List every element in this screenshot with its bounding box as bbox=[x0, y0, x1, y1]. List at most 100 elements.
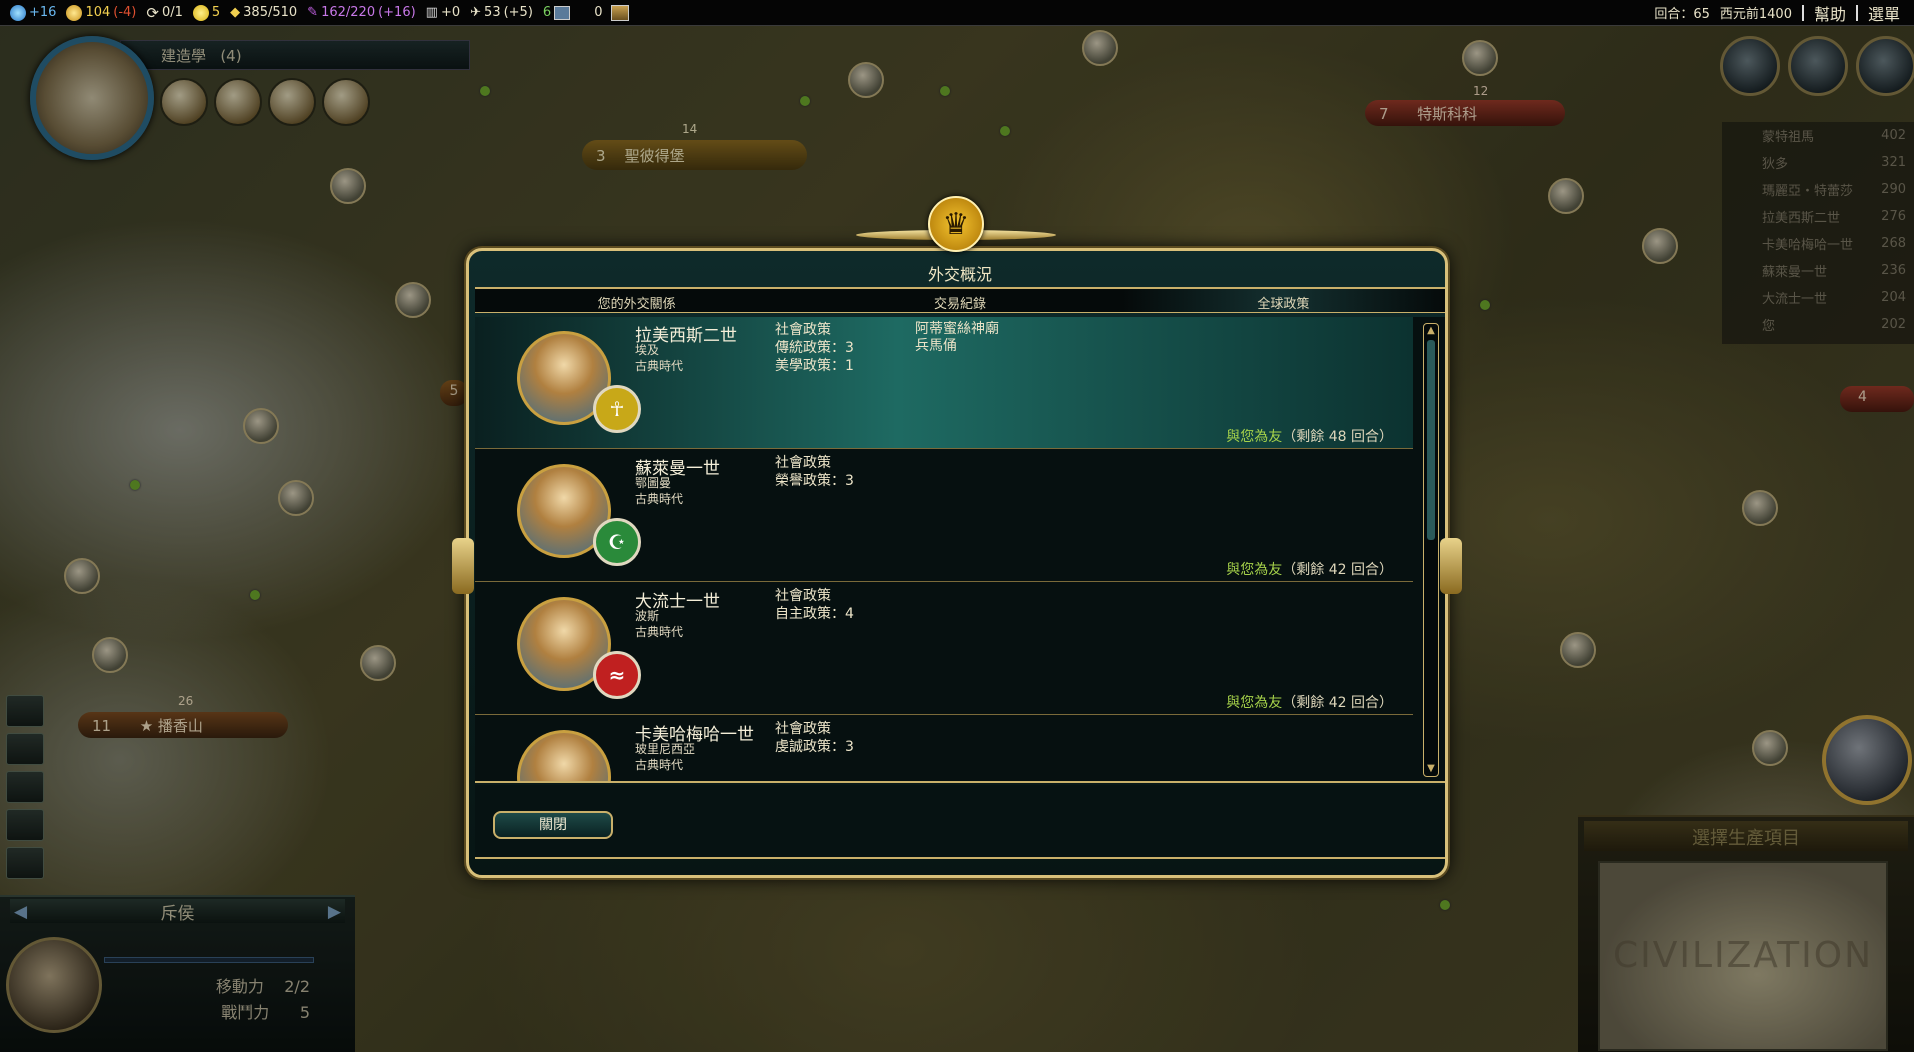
policy-header: 社會政策 bbox=[775, 455, 831, 471]
help-button[interactable]: 幫助 bbox=[1814, 1, 1846, 25]
year-display: 西元前1400 bbox=[1719, 7, 1792, 22]
dialog-title: 外交概況 bbox=[927, 265, 992, 284]
divider bbox=[1801, 4, 1804, 21]
policy-line: 傳統政策：3 bbox=[775, 340, 854, 356]
friendship-label: 與您為友 bbox=[1226, 429, 1283, 445]
turn-counter: 回合：65 bbox=[1654, 7, 1710, 22]
list-scrollbar[interactable]: ▲ ▼ bbox=[1423, 323, 1439, 777]
policy-line: 自主政策：4 bbox=[775, 606, 854, 622]
civ-emblem-icon: ≈ bbox=[593, 651, 641, 699]
gold-stat[interactable]: 104 (-4) bbox=[66, 4, 137, 21]
relation-status: 與您為友（剩餘 42 回合） bbox=[1226, 692, 1393, 712]
policy-header: 社會政策 bbox=[775, 588, 831, 604]
civ-name: 波斯 bbox=[635, 609, 660, 623]
spies-stat[interactable]: 0 bbox=[594, 4, 630, 21]
leader-row[interactable]: ≈ 大流士一世 波斯 古典時代 社會政策 自主政策：4 與您為友（剩餘 42 回合） bbox=[475, 583, 1413, 715]
civ-name: 埃及 bbox=[635, 343, 660, 357]
happiness-icon bbox=[192, 4, 209, 21]
wonder-column: 阿蒂蜜絲神廟 兵馬俑 bbox=[915, 321, 999, 355]
policy-line: 虔誠政策：3 bbox=[775, 739, 854, 755]
tab-your-relations[interactable]: 您的外交關係 bbox=[475, 289, 798, 312]
leader-portrait[interactable] bbox=[517, 730, 611, 781]
spies-value: 0 bbox=[594, 5, 603, 20]
leader-row[interactable]: ☥ 拉美西斯二世 埃及 古典時代 社會政策 傳統政策：3 美學政策：1 阿蒂蜜絲神廟 兵馬俑 與您… bbox=[475, 317, 1413, 449]
culture-value: 162/220 bbox=[321, 5, 376, 20]
dialog-footer: 關閉 bbox=[475, 785, 1445, 859]
culture-icon: ✎ bbox=[307, 5, 319, 20]
leader-list[interactable]: ☥ 拉美西斯二世 埃及 古典時代 社會政策 傳統政策：3 美學政策：1 阿蒂蜜絲神廟 兵馬俑 與您… bbox=[475, 317, 1445, 783]
dialog-crest: ♛ bbox=[856, 196, 1056, 256]
gold-delta: (-4) bbox=[113, 5, 137, 20]
happiness-stat[interactable]: 5 bbox=[192, 4, 221, 21]
era-label: 古典時代 bbox=[635, 758, 684, 772]
gold-value: 104 bbox=[85, 5, 111, 20]
relation-status: 與您為友（剩餘 42 回合） bbox=[1226, 559, 1393, 579]
scroll-up-icon[interactable]: ▲ bbox=[1424, 324, 1438, 338]
tab-deal-history[interactable]: 交易紀錄 bbox=[798, 289, 1121, 312]
spy-icon bbox=[611, 4, 630, 21]
great-people-value: 6 bbox=[542, 5, 552, 20]
leader-row[interactable]: 卡美哈梅哈一世 玻里尼西亞 古典時代 社會政策 虔誠政策：3 bbox=[475, 716, 1413, 781]
trade-route-icon: ⟳ bbox=[146, 3, 159, 22]
culture-stat[interactable]: ✎ 162/220 (+16) bbox=[307, 5, 416, 20]
relation-status: 與您為友（剩餘 48 回合） bbox=[1226, 426, 1393, 446]
close-button[interactable]: 關閉 bbox=[493, 811, 613, 839]
tab-global-politics[interactable]: 全球政策 bbox=[1121, 289, 1445, 312]
resource-topbar: +16 104 (-4) ⟳ 0/1 5 ◆ 385/510 ✎ 162/220… bbox=[0, 0, 1914, 26]
policy-header: 社會政策 bbox=[775, 322, 831, 338]
trade-routes-value: 0/1 bbox=[161, 5, 183, 20]
civ-emblem-icon: ☪ bbox=[593, 518, 641, 566]
tourism-stat[interactable]: ▥ +0 bbox=[426, 5, 460, 20]
science-value: +16 bbox=[29, 5, 57, 20]
golden-age-icon: ◆ bbox=[230, 5, 241, 20]
divider bbox=[1855, 4, 1858, 21]
friendship-label: 與您為友 bbox=[1226, 562, 1283, 578]
policy-column: 社會政策自主政策：4 bbox=[775, 587, 854, 623]
civ-emblem-icon: ☥ bbox=[593, 385, 641, 433]
scroll-down-icon[interactable]: ▼ bbox=[1424, 762, 1438, 776]
turns-remaining: （剩餘 48 回合） bbox=[1282, 429, 1393, 445]
diplomacy-overview-dialog: 外交概況 您的外交關係 交易紀錄 全球政策 ☥ 拉美西斯二世 埃及 古典時代 社會政策傳… bbox=[452, 196, 1462, 878]
wonder-line: 兵馬俑 bbox=[915, 338, 957, 354]
policy-line: 榮譽政策：3 bbox=[775, 473, 854, 489]
policy-header: 社會政策 bbox=[775, 721, 831, 737]
era-label: 古典時代 bbox=[635, 492, 684, 506]
trade-routes-stat[interactable]: ⟳ 0/1 bbox=[146, 4, 183, 22]
culture-delta: (+16) bbox=[378, 5, 416, 20]
era-label: 古典時代 bbox=[635, 625, 684, 639]
golden-age-value: 385/510 bbox=[243, 5, 298, 20]
faith-stat[interactable]: ✈ 53 (+5) bbox=[470, 5, 533, 20]
resources-icon bbox=[554, 5, 571, 20]
great-people-stat[interactable]: 6 bbox=[542, 5, 571, 20]
policy-line: 美學政策：1 bbox=[775, 358, 854, 374]
eagle-emblem-icon: ♛ bbox=[928, 196, 984, 252]
golden-age-stat[interactable]: ◆ 385/510 bbox=[230, 5, 297, 20]
faith-value: 53 bbox=[484, 5, 501, 20]
tourism-value: +0 bbox=[440, 5, 461, 20]
era-label: 古典時代 bbox=[635, 359, 684, 373]
policy-column: 社會政策虔誠政策：3 bbox=[775, 720, 854, 756]
scroll-thumb[interactable] bbox=[1427, 340, 1435, 540]
policy-column: 社會政策榮譽政策：3 bbox=[775, 454, 854, 490]
left-ornament-icon bbox=[452, 538, 474, 594]
tourism-icon: ▥ bbox=[425, 5, 438, 20]
gold-icon bbox=[66, 4, 83, 21]
science-stat[interactable]: +16 bbox=[10, 4, 57, 21]
science-icon bbox=[10, 4, 26, 21]
menu-button[interactable]: 選單 bbox=[1868, 1, 1900, 25]
topbar-right: 回合：65 西元前1400 幫助 選單 bbox=[1654, 1, 1900, 25]
turns-remaining: （剩餘 42 回合） bbox=[1282, 562, 1393, 578]
turns-remaining: （剩餘 42 回合） bbox=[1282, 695, 1393, 711]
policy-column: 社會政策傳統政策：3 美學政策：1 bbox=[775, 321, 854, 375]
friendship-label: 與您為友 bbox=[1226, 695, 1283, 711]
leader-row[interactable]: ☪ 蘇萊曼一世 鄂圖曼 古典時代 社會政策 榮譽政策：3 與您為友（剩餘 42 回合） bbox=[475, 450, 1413, 582]
dialog-tabs: 您的外交關係 交易紀錄 全球政策 bbox=[475, 287, 1445, 313]
faith-icon: ✈ bbox=[470, 5, 482, 20]
civ-name: 鄂圖曼 bbox=[635, 476, 672, 490]
happiness-value: 5 bbox=[211, 5, 221, 20]
civ-name: 玻里尼西亞 bbox=[635, 742, 696, 756]
right-ornament-icon bbox=[1440, 538, 1462, 594]
wonder-line: 阿蒂蜜絲神廟 bbox=[915, 321, 999, 337]
faith-delta: (+5) bbox=[503, 5, 533, 20]
dialog-frame: 外交概況 您的外交關係 交易紀錄 全球政策 ☥ 拉美西斯二世 埃及 古典時代 社會政策傳… bbox=[466, 248, 1448, 878]
